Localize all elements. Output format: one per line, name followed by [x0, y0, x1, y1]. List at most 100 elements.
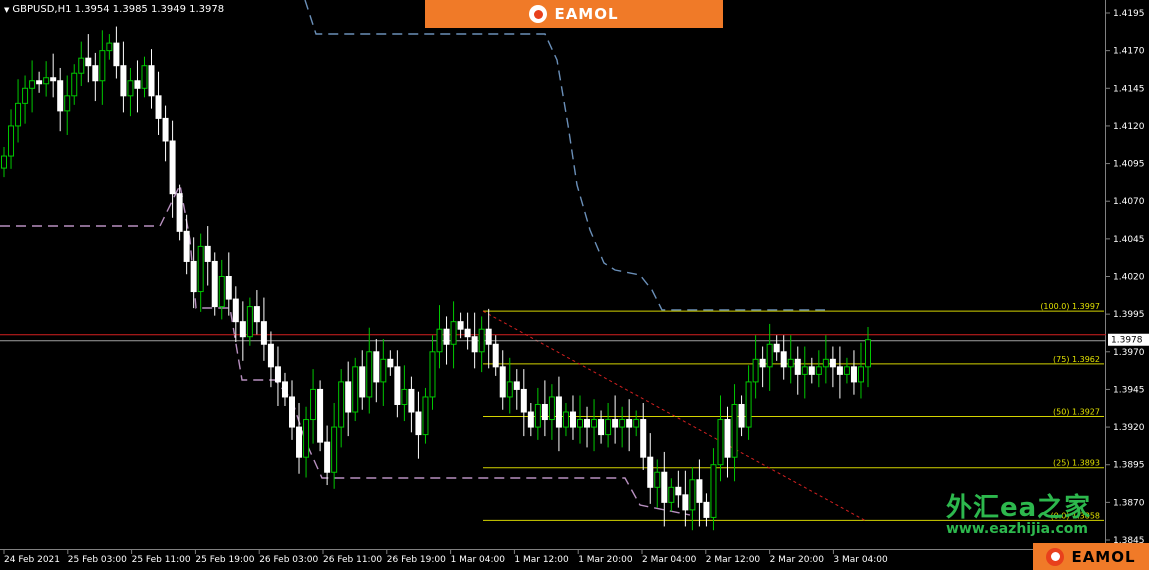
- candle-body: [569, 411, 576, 428]
- candle-body: [50, 77, 57, 82]
- price-label: 1.4195: [1113, 9, 1145, 19]
- candle-body: [836, 366, 843, 375]
- candle-body: [520, 388, 527, 413]
- candle-body: [127, 80, 134, 97]
- fib-level-label: (100.0) 1.3997: [1040, 302, 1100, 311]
- candle-body: [359, 366, 366, 398]
- candle-body: [8, 125, 15, 157]
- time-label: 2 Mar 12:00: [706, 555, 761, 565]
- candle-body: [106, 42, 113, 52]
- candle-body: [197, 245, 204, 293]
- candle-body: [1, 155, 7, 169]
- candle-body: [724, 419, 731, 458]
- candle-body: [682, 494, 689, 511]
- time-label: 26 Feb 11:00: [323, 555, 382, 565]
- time-label: 25 Feb 03:00: [68, 555, 127, 565]
- candle-body: [15, 102, 22, 127]
- candle-body: [373, 351, 380, 383]
- price-label: 1.4045: [1113, 235, 1145, 245]
- price-label: 1.4170: [1113, 47, 1145, 57]
- candle-body: [29, 80, 36, 89]
- price-label: 1.3870: [1113, 498, 1145, 508]
- symbol-info[interactable]: ▼ GBPUSD,H1 1.3954 1.3985 1.3949 1.3978: [4, 4, 224, 15]
- dropdown-triangle-icon[interactable]: ▼: [4, 6, 9, 14]
- candle-body: [317, 388, 324, 443]
- candle-body: [450, 321, 457, 345]
- fib-level-label: (25) 1.3893: [1053, 459, 1100, 468]
- candle-body: [717, 419, 724, 466]
- price-label: 1.4145: [1113, 84, 1145, 94]
- candle-body: [218, 276, 225, 308]
- watermark-url: www.eazhijia.com: [946, 521, 1088, 537]
- time-label: 26 Feb 19:00: [387, 555, 446, 565]
- candle-body: [352, 366, 359, 413]
- candle-body: [499, 366, 506, 398]
- candle-body: [527, 411, 534, 428]
- candle-body: [85, 57, 92, 67]
- candle-body: [443, 328, 450, 345]
- candle-body: [225, 276, 232, 300]
- candle-body: [850, 366, 857, 383]
- candle-body: [274, 366, 281, 383]
- candle-body: [801, 366, 808, 375]
- time-label: 25 Feb 19:00: [195, 555, 254, 565]
- candle-body: [612, 419, 619, 428]
- candle-body: [548, 396, 555, 421]
- candle-body: [260, 321, 267, 345]
- candle-body: [296, 426, 303, 458]
- candle-body: [211, 260, 218, 308]
- candle-body: [485, 328, 492, 345]
- price-label: 1.3970: [1113, 348, 1145, 358]
- candle-body: [857, 366, 864, 383]
- candle-body: [619, 419, 626, 428]
- candle-body: [92, 65, 99, 82]
- brand-name-bottom: EAMOL: [1071, 547, 1136, 566]
- candle-body: [246, 306, 253, 338]
- symbol-info-text: GBPUSD,H1 1.3954 1.3985 1.3949 1.3978: [12, 4, 225, 15]
- candle-body: [478, 328, 485, 353]
- brand-banner-bottom: EAMOL: [1033, 543, 1149, 570]
- time-label: 24 Feb 2021: [4, 555, 60, 565]
- candle-body: [738, 403, 745, 428]
- candle-body: [281, 381, 288, 398]
- fib-level-label: (75) 1.3962: [1053, 355, 1100, 364]
- price-label: 1.4070: [1113, 197, 1145, 207]
- candle-body: [647, 456, 654, 488]
- candle-body: [794, 358, 801, 375]
- fib-level-label: (50) 1.3927: [1053, 408, 1100, 417]
- candle-body: [710, 464, 717, 518]
- candle-body: [752, 358, 759, 383]
- candle-body: [696, 479, 703, 503]
- price-chart[interactable]: 1.4195 1.4170 1.4145 1.4120 1.4095 1.4070 1.40…: [0, 0, 1149, 570]
- candle-body: [506, 381, 513, 398]
- candle-body: [731, 403, 738, 458]
- candle-body: [36, 80, 43, 85]
- time-label: 2 Mar 20:00: [770, 555, 825, 565]
- candle-body: [141, 65, 148, 89]
- candle-body: [289, 396, 295, 428]
- candle-body: [394, 366, 401, 405]
- candle-body: [626, 419, 633, 428]
- candle-body: [183, 230, 190, 262]
- candle-body: [787, 358, 794, 368]
- candle-body: [822, 358, 829, 368]
- candle-body: [633, 419, 640, 428]
- price-label: 1.3945: [1113, 385, 1145, 395]
- candle-body: [457, 321, 464, 330]
- candle-body: [239, 321, 246, 338]
- candle-body: [324, 441, 331, 473]
- candle-body: [43, 77, 50, 85]
- candle-body: [541, 403, 548, 421]
- price-label: 1.4095: [1113, 160, 1145, 170]
- candle-body: [232, 298, 239, 323]
- lower-band-line: [0, 182, 691, 516]
- candle-body: [534, 403, 541, 428]
- candle-body: [380, 358, 387, 383]
- candle-body: [577, 419, 583, 428]
- candle-body: [176, 193, 183, 232]
- time-label: 1 Mar 20:00: [578, 555, 633, 565]
- candle-body: [57, 80, 64, 112]
- brand-name-top: EAMOL: [554, 5, 619, 23]
- brand-logo-icon-bottom: [1046, 547, 1065, 566]
- candle-body: [492, 343, 499, 368]
